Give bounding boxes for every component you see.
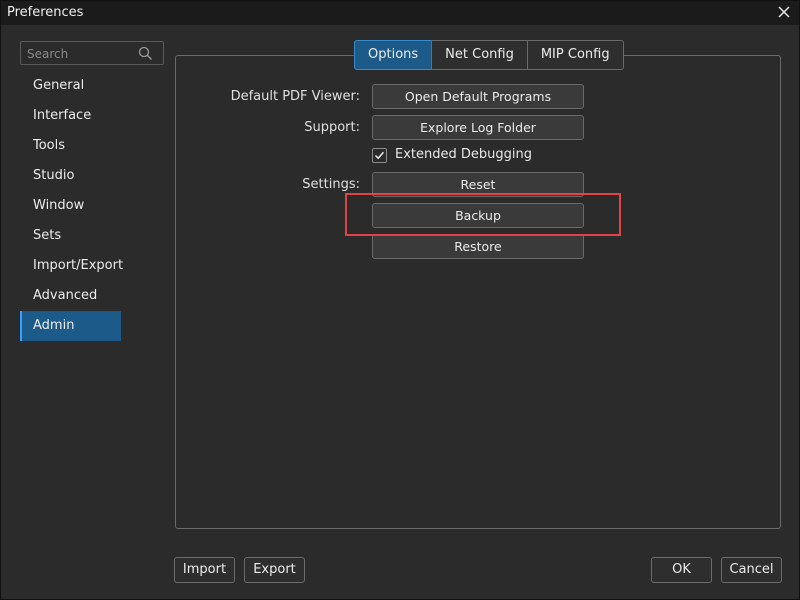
pdf-viewer-label: Default PDF Viewer: [230, 89, 360, 104]
export-button[interactable]: Export [244, 557, 305, 583]
extended-debugging-checkbox[interactable] [372, 148, 387, 163]
sidebar-item-general[interactable]: General [20, 71, 121, 101]
cancel-button[interactable]: Cancel [721, 557, 782, 583]
tab-net-config[interactable]: Net Config [431, 40, 528, 70]
highlight-box [345, 193, 621, 236]
preferences-window: Preferences General Interface Tools Stud… [0, 0, 800, 600]
search-box [20, 41, 164, 65]
sidebar-item-tools[interactable]: Tools [20, 131, 121, 161]
open-default-programs-button[interactable]: Open Default Programs [372, 84, 584, 109]
sidebar-item-interface[interactable]: Interface [20, 101, 121, 131]
sidebar-item-advanced[interactable]: Advanced [20, 281, 121, 311]
search-input[interactable] [25, 45, 139, 63]
restore-button[interactable]: Restore [372, 234, 584, 259]
close-button[interactable] [777, 5, 791, 19]
explore-log-folder-button[interactable]: Explore Log Folder [372, 115, 584, 140]
sidebar-item-studio[interactable]: Studio [20, 161, 121, 191]
checkmark-icon [374, 151, 385, 160]
close-icon [778, 6, 790, 18]
sidebar-item-sets[interactable]: Sets [20, 221, 121, 251]
sidebar: General Interface Tools Studio Window Se… [20, 71, 123, 341]
tab-bar: Options Net Config MIP Config [354, 40, 624, 70]
sidebar-item-admin[interactable]: Admin [20, 311, 121, 341]
extended-debugging-label: Extended Debugging [395, 147, 532, 162]
sidebar-item-window[interactable]: Window [20, 191, 121, 221]
sidebar-item-import-export[interactable]: Import/Export [20, 251, 123, 281]
tab-mip-config[interactable]: MIP Config [526, 40, 624, 70]
tab-options[interactable]: Options [354, 40, 433, 70]
search-icon[interactable] [138, 46, 153, 65]
window-title: Preferences [7, 5, 84, 20]
title-bar: Preferences [1, 1, 799, 25]
ok-button[interactable]: OK [651, 557, 712, 583]
support-label: Support: [304, 120, 360, 135]
settings-label: Settings: [302, 177, 360, 192]
import-button[interactable]: Import [174, 557, 235, 583]
